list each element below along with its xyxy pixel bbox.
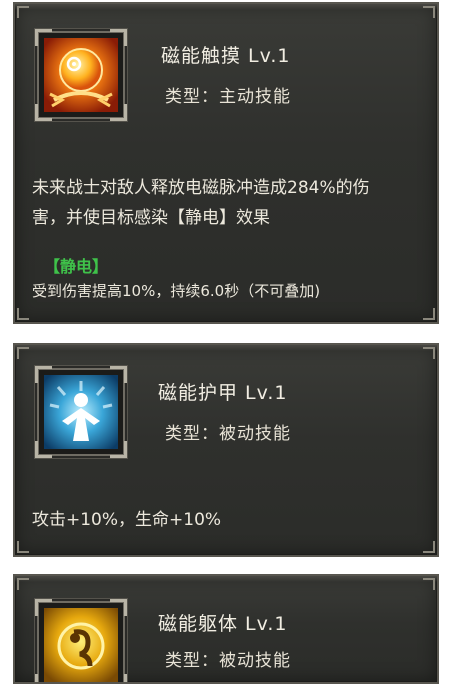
skill-description: 攻击+10%，生命+10% <box>32 510 222 530</box>
frame-corner <box>423 6 435 18</box>
frame-corner <box>423 541 435 553</box>
frame-corner <box>423 308 435 320</box>
frame-corner <box>17 541 29 553</box>
skill-type: 类型：主动技能 <box>165 87 291 107</box>
frame-corner <box>17 578 29 590</box>
frame-corner <box>17 347 29 359</box>
skill-card-magnetic-touch[interactable]: 磁能触摸 Lv.1 类型：主动技能 未来战士对敌人释放电磁脉冲造成284%的伤 … <box>13 2 439 324</box>
description-line: 未来战士对敌人释放电磁脉冲造成284%的伤 <box>32 178 370 198</box>
gold-body-icon <box>44 608 118 682</box>
skill-description: 未来战士对敌人释放电磁脉冲造成284%的伤 害，并使目标感染【静电】效果 <box>32 173 419 233</box>
frame-corner <box>17 6 29 18</box>
skill-icon-frame[interactable] <box>35 29 127 121</box>
frame-corner <box>423 578 435 590</box>
skill-name: 磁能躯体 Lv.1 <box>158 613 288 635</box>
skill-type: 类型：被动技能 <box>165 424 291 444</box>
skill-name: 磁能触摸 Lv.1 <box>161 45 291 67</box>
skill-name: 磁能护甲 Lv.1 <box>158 382 288 404</box>
blue-armor-figure-icon <box>44 375 118 449</box>
skill-card-magnetic-armor[interactable]: 磁能护甲 Lv.1 类型：被动技能 攻击+10%，生命+10% <box>13 343 439 557</box>
skill-icon-frame[interactable] <box>35 599 127 682</box>
frame-corner <box>423 347 435 359</box>
orange-electric-orb-icon <box>44 38 118 112</box>
status-tag-static: 【静电】 <box>44 257 109 276</box>
skill-card-magnetic-body[interactable]: 磁能躯体 Lv.1 类型：被动技能 <box>13 574 439 684</box>
description-line: 害，并使目标感染【静电】效果 <box>32 208 270 228</box>
status-effect-text: 受到伤害提高10%，持续6.0秒（不可叠加) <box>32 282 321 300</box>
frame-corner <box>17 308 29 320</box>
skill-icon-frame[interactable] <box>35 366 127 458</box>
